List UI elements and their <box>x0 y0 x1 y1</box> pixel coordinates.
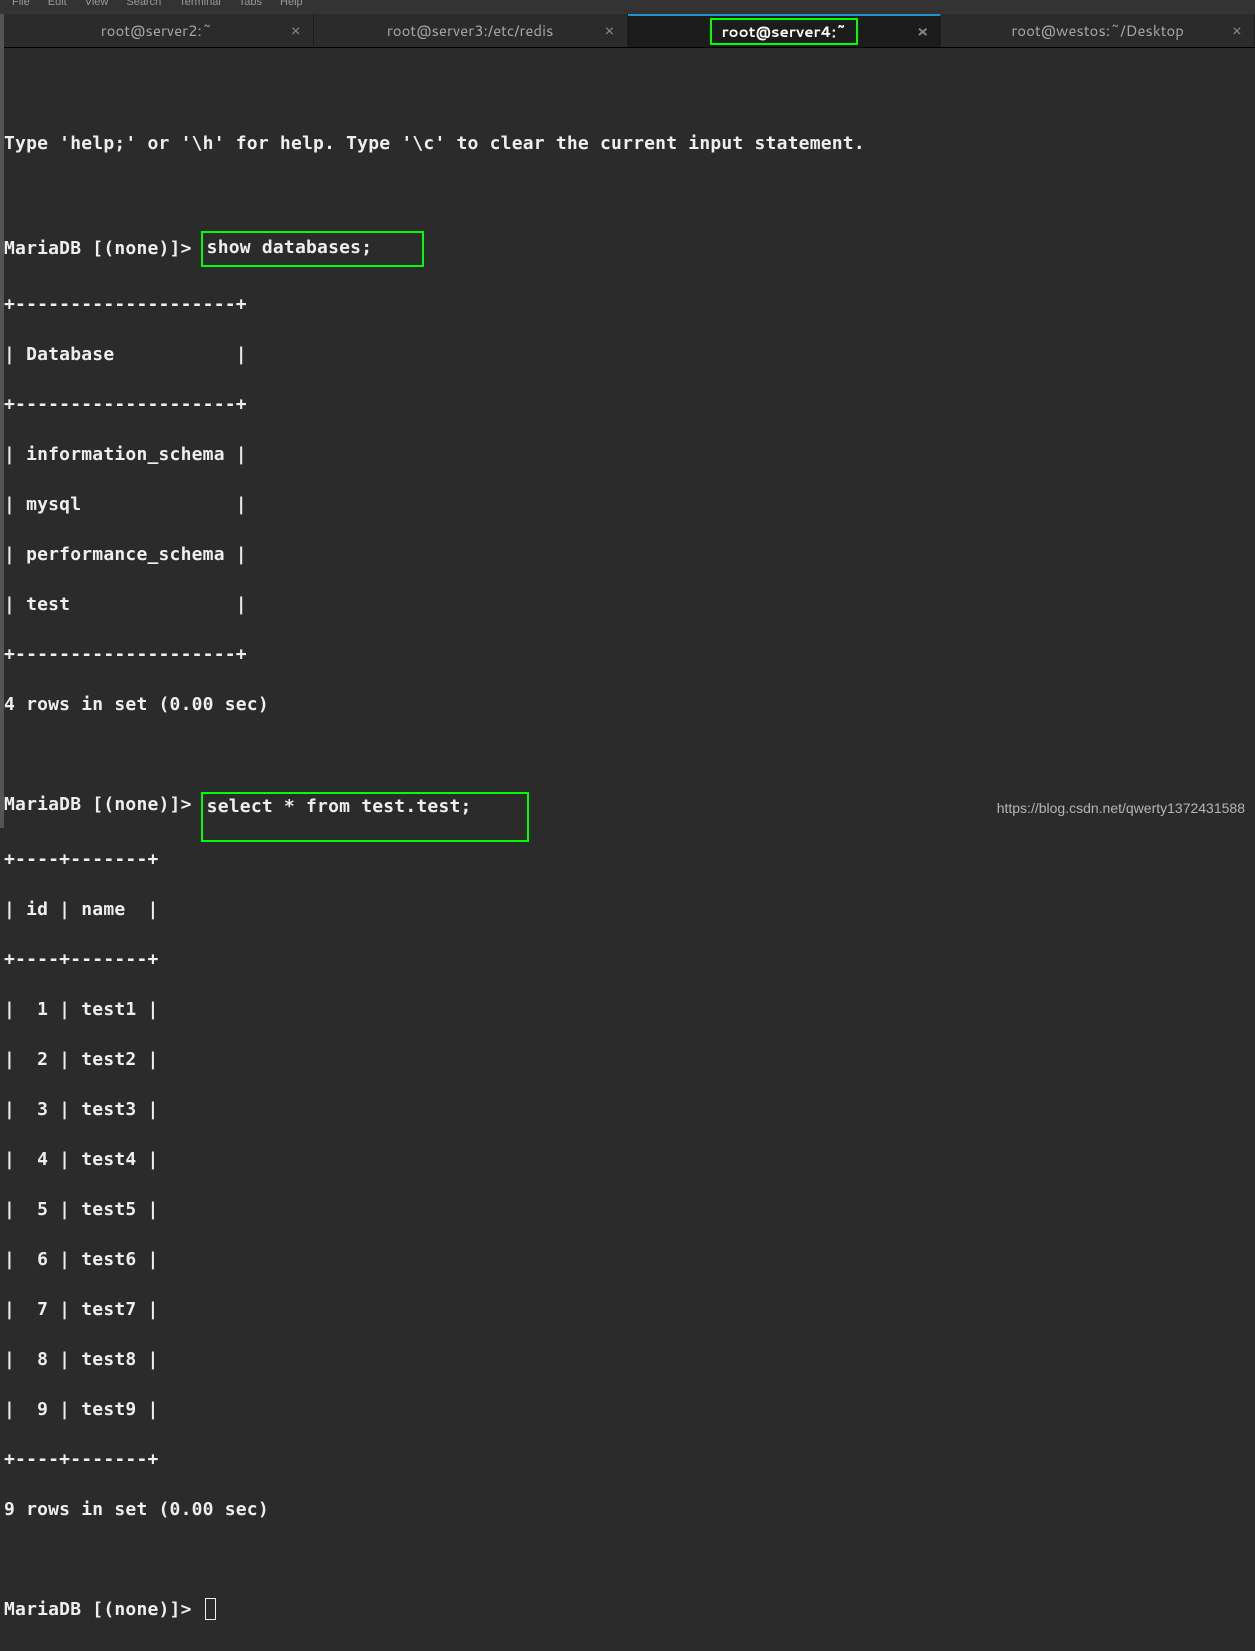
tbl-border-bot: +----+-------+ <box>4 1447 1251 1472</box>
db-row: | mysql | <box>4 492 1251 517</box>
db-border-top: +--------------------+ <box>4 292 1251 317</box>
prompt-line-1: MariaDB [(none)]> show databases; <box>4 231 1251 267</box>
highlighted-command-2: select * from test.test; <box>201 792 529 842</box>
tbl-row: | 3 | test3 | <box>4 1097 1251 1122</box>
result-1: 4 rows in set (0.00 sec) <box>4 692 1251 717</box>
db-border-mid: +--------------------+ <box>4 392 1251 417</box>
menu-edit[interactable]: Edit <box>48 0 67 4</box>
tab-bar: root@server2:~ × root@server3:/etc/redis… <box>0 14 1255 48</box>
tab-server4[interactable]: root@server4:~ × <box>628 14 942 47</box>
blank-line <box>4 81 1251 106</box>
menu-file[interactable]: File <box>12 0 30 4</box>
blank-line <box>4 1547 1251 1572</box>
menu-terminal[interactable]: Terminal <box>179 0 221 4</box>
tab-title: root@westos:~/Desktop <box>1011 20 1184 41</box>
db-row: | test | <box>4 592 1251 617</box>
cursor <box>205 1598 216 1620</box>
tab-title: root@server2:~ <box>101 20 212 41</box>
tab-title: root@server4:~ <box>710 18 859 45</box>
tbl-row: | 7 | test7 | <box>4 1297 1251 1322</box>
tbl-row: | 6 | test6 | <box>4 1247 1251 1272</box>
tbl-row: | 4 | test4 | <box>4 1147 1251 1172</box>
tbl-row: | 8 | test8 | <box>4 1347 1251 1372</box>
tbl-row: | 2 | test2 | <box>4 1047 1251 1072</box>
db-border-bot: +--------------------+ <box>4 642 1251 667</box>
menubar: File Edit View Search Terminal Tabs Help <box>0 0 1255 14</box>
menu-view[interactable]: View <box>85 0 109 4</box>
terminal-output[interactable]: Type 'help;' or '\h' for help. Type '\c'… <box>0 48 1255 1651</box>
tbl-row: | 5 | test5 | <box>4 1197 1251 1222</box>
close-icon[interactable]: × <box>1232 23 1242 39</box>
db-row: | information_schema | <box>4 442 1251 467</box>
prompt-line-3: MariaDB [(none)]> <box>4 1597 1251 1622</box>
menu-search[interactable]: Search <box>126 0 161 4</box>
blank-line <box>4 181 1251 206</box>
menu-tabs[interactable]: Tabs <box>239 0 262 4</box>
watermark: https://blog.csdn.net/qwerty1372431588 <box>997 800 1245 816</box>
highlighted-command-1: show databases; <box>201 231 425 267</box>
result-2: 9 rows in set (0.00 sec) <box>4 1497 1251 1522</box>
tbl-row: | 9 | test9 | <box>4 1397 1251 1422</box>
db-row: | performance_schema | <box>4 542 1251 567</box>
tbl-border-mid: +----+-------+ <box>4 947 1251 972</box>
close-icon[interactable]: × <box>917 24 928 40</box>
tab-server2[interactable]: root@server2:~ × <box>0 14 314 47</box>
window-edge <box>0 14 4 828</box>
tab-title: root@server3:/etc/redis <box>387 20 554 41</box>
close-icon[interactable]: × <box>291 23 301 39</box>
tbl-header: | id | name | <box>4 897 1251 922</box>
tab-westos[interactable]: root@westos:~/Desktop × <box>941 14 1255 47</box>
menu-help[interactable]: Help <box>280 0 303 4</box>
blank-line <box>4 742 1251 767</box>
close-icon[interactable]: × <box>604 23 614 39</box>
tbl-row: | 1 | test1 | <box>4 997 1251 1022</box>
tab-server3[interactable]: root@server3:/etc/redis × <box>314 14 628 47</box>
help-text: Type 'help;' or '\h' for help. Type '\c'… <box>4 131 1251 156</box>
tbl-border-top: +----+-------+ <box>4 847 1251 872</box>
db-header: | Database | <box>4 342 1251 367</box>
